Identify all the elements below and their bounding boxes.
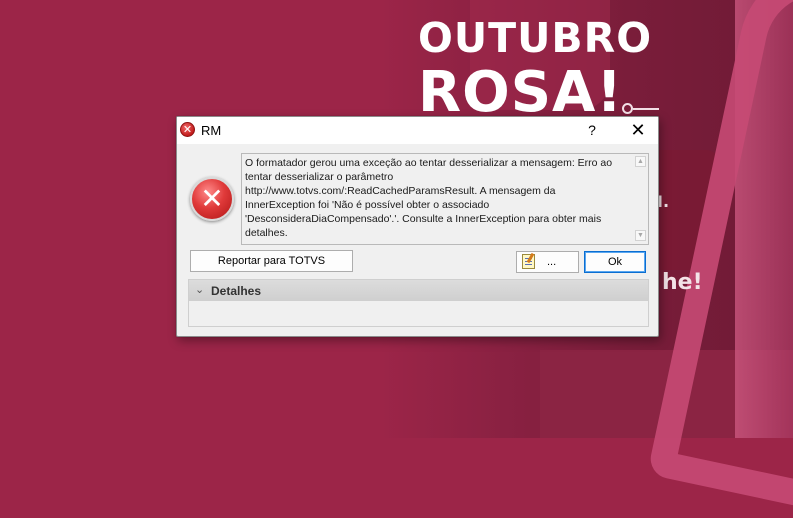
details-label: Detalhes	[211, 284, 262, 298]
decorative-line	[633, 108, 659, 110]
scroll-down-icon[interactable]: ▼	[635, 230, 646, 241]
more-options-label: ...	[547, 256, 557, 268]
ok-button[interactable]: Ok	[584, 251, 646, 273]
error-icon: ✕	[190, 177, 234, 221]
message-scrollbar[interactable]: ▲ ▼	[633, 154, 648, 244]
report-to-totvs-button[interactable]: Reportar para TOTVS	[190, 250, 353, 272]
scroll-up-icon[interactable]: ▲	[635, 156, 646, 167]
dialog-title: RM	[201, 123, 222, 138]
error-message: O formatador gerou uma exceção ao tentar…	[245, 157, 613, 239]
error-icon: ✕	[180, 122, 195, 137]
background-title-line1: OUTUBRO	[418, 14, 653, 62]
message-box[interactable]: O formatador gerou uma exceção ao tentar…	[241, 153, 649, 245]
more-options-button[interactable]: ...	[516, 251, 579, 273]
registered-mark-icon	[622, 103, 633, 114]
details-header[interactable]: ⌄ Detalhes	[189, 280, 648, 301]
error-dialog: ✕ RM ? ✕ ✕ O formatador gerou uma exceçã…	[176, 116, 659, 337]
help-button[interactable]: ?	[577, 117, 607, 144]
close-button[interactable]: ✕	[623, 117, 653, 144]
chevron-down-icon: ⌄	[195, 283, 205, 296]
details-panel: ⌄ Detalhes	[188, 279, 649, 327]
background-text-fragment: he!	[662, 270, 703, 295]
dialog-titlebar[interactable]: ✕ RM ? ✕	[177, 117, 658, 144]
